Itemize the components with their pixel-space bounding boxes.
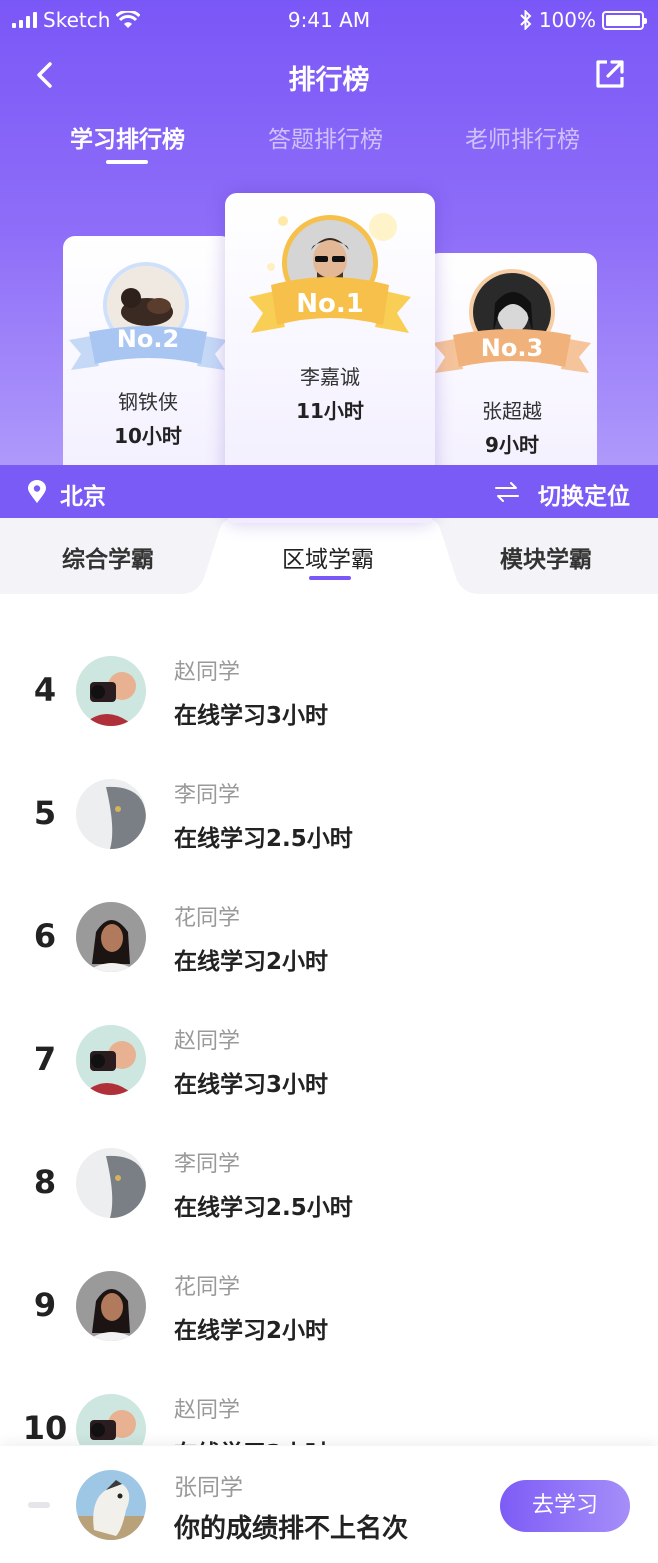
badge-second: No.2: [116, 325, 180, 353]
location-pin-icon: [28, 480, 46, 503]
study-detail: 在线学习2.5小时: [174, 1195, 353, 1221]
rank-number: 6: [33, 917, 57, 955]
list-item[interactable]: 9 花同学 在线学习2小时: [0, 1239, 658, 1362]
status-bar: Sketch 9:41 AM 100%: [0, 0, 658, 40]
avatar: [76, 656, 146, 726]
avatar: [76, 779, 146, 849]
segment-module[interactable]: 模块学霸: [500, 540, 592, 574]
page-title: 排行榜: [288, 65, 370, 96]
share-icon[interactable]: [592, 56, 628, 92]
tab-quiz-ranking[interactable]: 答题排行榜: [268, 120, 383, 154]
rank-number: 4: [33, 671, 57, 709]
student-name: 花同学: [174, 906, 241, 931]
name-first: 李嘉诚: [300, 365, 360, 389]
rank-number: 8: [33, 1163, 57, 1201]
segment-regional[interactable]: 区域学霸: [282, 540, 374, 574]
study-detail: 在线学习3小时: [174, 1434, 328, 1445]
tab-teacher-ranking[interactable]: 老师排行榜: [465, 120, 580, 154]
rank-number: 10: [22, 1409, 68, 1445]
hours-third: 9小时: [485, 433, 539, 457]
name-second: 钢铁侠: [118, 390, 178, 414]
tab-study-ranking[interactable]: 学习排行榜: [70, 120, 185, 154]
avatar: [76, 902, 146, 972]
header-hero: Sketch 9:41 AM 100% 排行榜 学习排行榜 答题排行榜 老师排行…: [0, 0, 658, 533]
student-name: 赵同学: [174, 660, 241, 685]
badge-first: No.1: [296, 289, 364, 319]
student-name: 花同学: [174, 1275, 241, 1300]
list-item[interactable]: 10 赵同学 在线学习3小时: [0, 1362, 658, 1445]
list-item[interactable]: 7 赵同学 在线学习3小时: [0, 993, 658, 1116]
list-item[interactable]: 6 花同学 在线学习2小时: [0, 870, 658, 993]
battery-percent: 100%: [538, 8, 596, 32]
badge-third: No.3: [480, 334, 544, 362]
avatar: [76, 1025, 146, 1095]
student-name: 李同学: [174, 1152, 241, 1177]
my-rank-status: 你的成绩排不上名次: [174, 1514, 409, 1544]
avatar: [76, 1148, 146, 1218]
battery-icon: [602, 10, 647, 30]
my-name: 张同学: [174, 1475, 243, 1501]
ranking-list: 4 赵同学 在线学习3小时 5 李同学 在线学习2.5小时 6 花同学 在线学习…: [0, 620, 658, 1445]
study-detail: 在线学习2小时: [174, 1318, 329, 1344]
hours-first: 11小时: [296, 399, 364, 423]
go-study-button[interactable]: 去学习: [500, 1480, 630, 1532]
current-city: 北京: [60, 484, 106, 510]
student-name: 李同学: [174, 783, 241, 808]
hours-second: 10小时: [114, 424, 182, 448]
rank-number: 5: [33, 794, 57, 832]
switch-location-button[interactable]: 切换定位: [538, 477, 630, 511]
swap-arrows-icon[interactable]: [494, 481, 520, 503]
list-item[interactable]: 5 李同学 在线学习2.5小时: [0, 747, 658, 870]
list-item[interactable]: 4 赵同学 在线学习3小时: [0, 624, 658, 747]
name-third: 张超越: [482, 399, 542, 423]
rank-number: 7: [33, 1040, 57, 1078]
active-tab-indicator: [106, 160, 148, 164]
my-rank-bar: 张同学 你的成绩排不上名次 去学习: [0, 1446, 658, 1563]
study-detail: 在线学习2.5小时: [174, 826, 353, 852]
study-detail: 在线学习3小时: [174, 1072, 329, 1098]
my-avatar: [76, 1470, 146, 1540]
student-name: 赵同学: [174, 1029, 241, 1054]
bluetooth-icon: [520, 10, 532, 30]
segment-overall[interactable]: 综合学霸: [62, 540, 154, 574]
study-detail: 在线学习2小时: [174, 949, 329, 975]
location-bar: 北京 切换定位: [0, 465, 658, 518]
no-rank-dash: [28, 1502, 50, 1508]
avatar: [76, 1271, 146, 1341]
list-item[interactable]: 8 李同学 在线学习2.5小时: [0, 1116, 658, 1239]
segment-tabs: 综合学霸 区域学霸 模块学霸: [0, 518, 658, 594]
student-name: 赵同学: [174, 1398, 241, 1423]
nav-bar: 排行榜: [0, 50, 658, 100]
rank-number: 9: [33, 1286, 57, 1324]
avatar: [76, 1394, 146, 1445]
segment-indicator: [309, 576, 351, 580]
study-detail: 在线学习3小时: [174, 703, 329, 729]
ranking-tabs: 学习排行榜 答题排行榜 老师排行榜: [0, 120, 658, 170]
